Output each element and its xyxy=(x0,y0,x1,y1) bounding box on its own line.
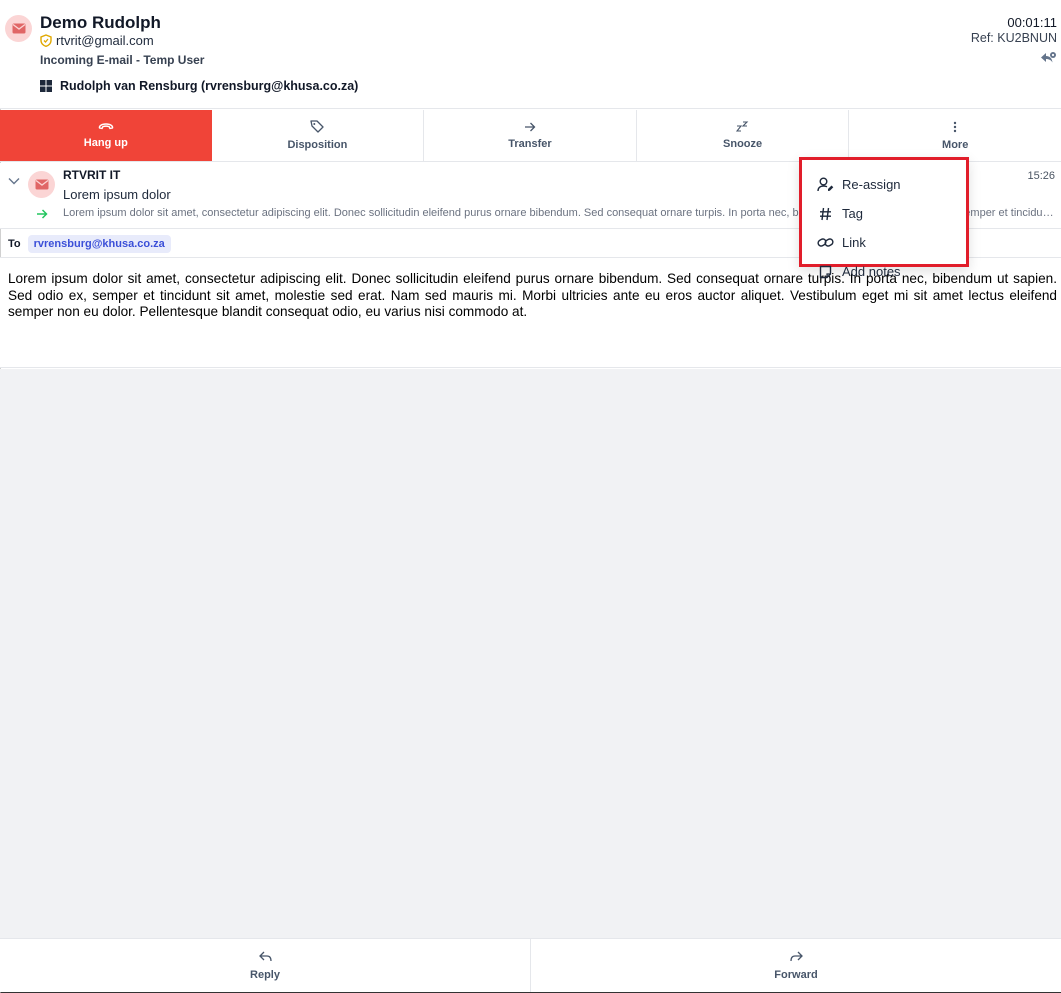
reply-icon xyxy=(258,951,272,961)
windows-icon xyxy=(40,80,52,92)
contact-name: Demo Rudolph xyxy=(40,13,161,32)
call-timer: 00:01:11 xyxy=(1007,15,1057,30)
collapse-toggle[interactable] xyxy=(8,172,20,190)
menu-item-label: Re-assign xyxy=(842,177,901,192)
message-sender: RTVRIT IT xyxy=(63,168,121,182)
reply-label: Reply xyxy=(250,968,280,981)
tag-outline-icon xyxy=(310,120,325,133)
menu-item-add-notes[interactable]: Add notes xyxy=(802,257,966,286)
forward-button[interactable]: Forward xyxy=(530,939,1061,992)
action-toolbar: Hang up Disposition Transfer Snooze More xyxy=(0,110,1061,162)
to-label: To xyxy=(8,237,21,250)
more-menu: Re-assign Tag Link Add notes xyxy=(799,157,969,279)
contact-email-row: rtvrit@gmail.com xyxy=(40,33,154,48)
mail-icon xyxy=(12,23,25,34)
more-vertical-icon xyxy=(953,121,957,132)
more-button[interactable]: More xyxy=(849,110,1061,161)
phone-hangup-icon xyxy=(98,123,114,130)
snooze-button[interactable]: Snooze xyxy=(636,110,850,161)
menu-item-label: Add notes xyxy=(842,264,901,279)
snooze-label: Snooze xyxy=(723,138,763,150)
forward-label: Forward xyxy=(774,968,818,981)
channel-subline: Incoming E-mail - Temp User xyxy=(40,53,205,67)
menu-item-label: Link xyxy=(842,235,866,250)
transfer-label: Transfer xyxy=(508,137,552,150)
menu-item-reassign[interactable]: Re-assign xyxy=(802,170,966,199)
message-time: 15:26 xyxy=(1027,170,1055,182)
menu-item-link[interactable]: Link xyxy=(802,228,966,257)
agent-row: Rudolph van Rensburg (rvrensburg@khusa.c… xyxy=(40,79,358,93)
recipient-chip[interactable]: rvrensburg@khusa.co.za xyxy=(27,234,171,253)
disposition-label: Disposition xyxy=(287,139,348,151)
disposition-button[interactable]: Disposition xyxy=(211,110,425,161)
hangup-button[interactable]: Hang up xyxy=(0,110,212,161)
shield-icon xyxy=(40,34,52,47)
link-icon xyxy=(816,236,834,249)
note-icon xyxy=(816,265,834,279)
user-edit-icon xyxy=(816,177,834,192)
reference-id: Ref: KU2BNUN xyxy=(970,31,1057,45)
forward-icon xyxy=(789,951,803,961)
hangup-label: Hang up xyxy=(83,137,128,149)
reply-settings-icon[interactable] xyxy=(1039,51,1057,70)
more-label: More xyxy=(942,138,969,151)
message-subject: Lorem ipsum dolor xyxy=(63,187,171,202)
message-avatar xyxy=(28,171,55,198)
chevron-down-icon xyxy=(8,178,20,185)
mail-icon xyxy=(35,179,48,190)
arrow-right-icon xyxy=(524,122,536,131)
mail-avatar xyxy=(5,15,32,42)
contact-email: rtvrit@gmail.com xyxy=(56,33,154,48)
snooze-icon xyxy=(736,121,749,132)
menu-item-label: Tag xyxy=(842,206,863,221)
incoming-arrow-icon xyxy=(36,206,48,224)
transfer-button[interactable]: Transfer xyxy=(424,110,637,161)
empty-panel xyxy=(0,369,1061,938)
menu-item-tag[interactable]: Tag xyxy=(802,199,966,228)
conversation-header: Demo Rudolph rtvrit@gmail.com Incoming E… xyxy=(0,0,1061,109)
reply-button[interactable]: Reply xyxy=(0,939,530,992)
footer-actions: Reply Forward xyxy=(0,938,1061,992)
agent-name: Rudolph van Rensburg (rvrensburg@khusa.c… xyxy=(60,79,359,93)
hash-icon xyxy=(816,207,834,221)
